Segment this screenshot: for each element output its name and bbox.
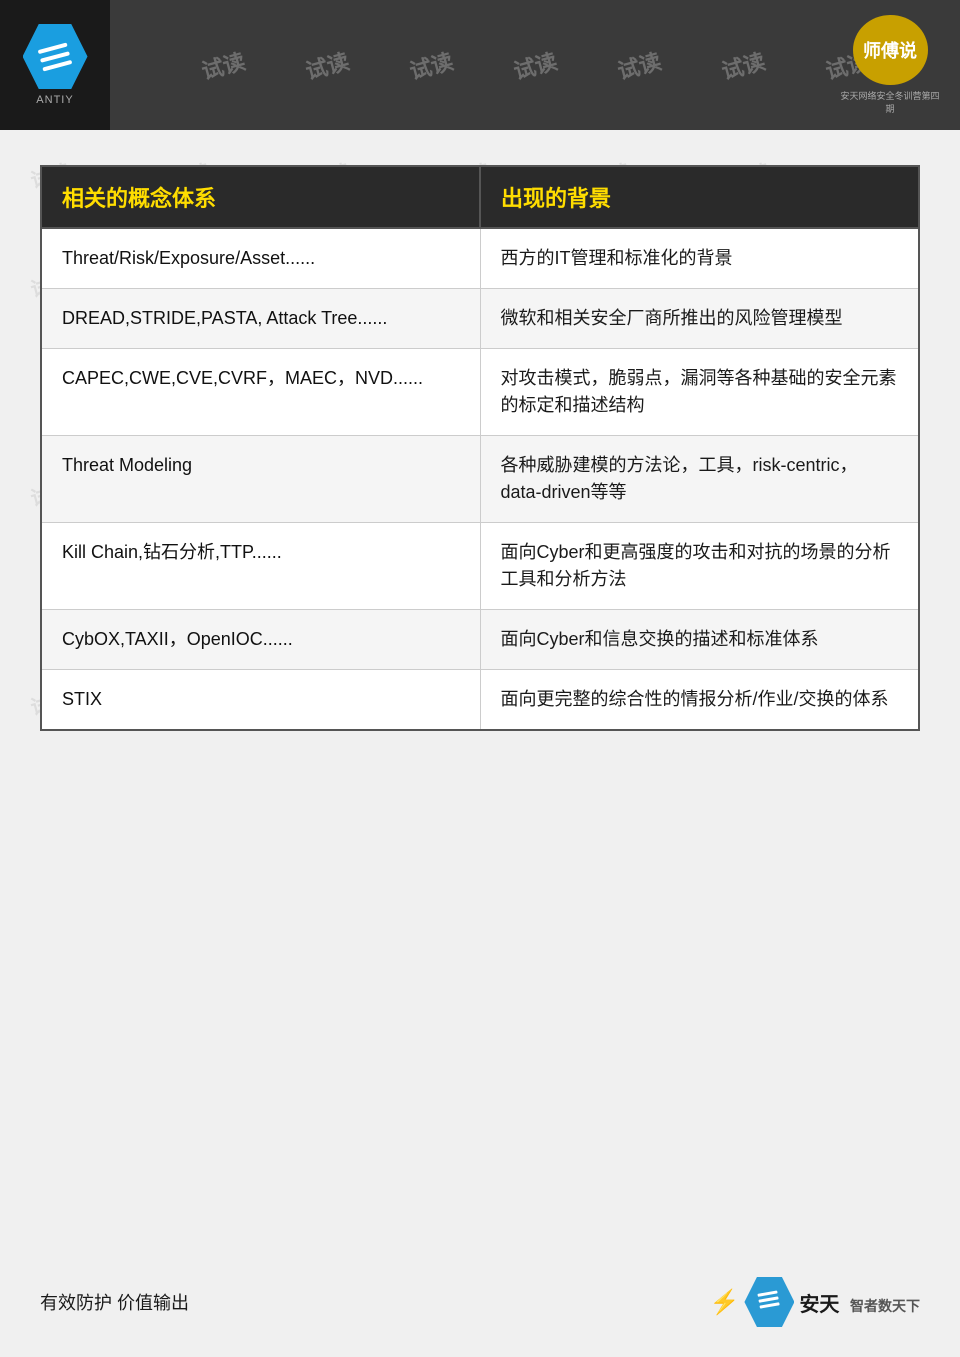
- right-logo-subtitle: 安天网络安全冬训营第四期: [840, 89, 940, 115]
- table-cell-col1: Threat/Risk/Exposure/Asset......: [41, 228, 480, 289]
- logo-lines: [38, 42, 73, 71]
- footer-logo-sub: 智者数天下: [850, 1298, 920, 1314]
- page-header: ANTIY 试读 试读 试读 试读 试读 试读 试读 师傅说 安天网络安全冬训营…: [0, 0, 960, 130]
- footer-logo: ⚡ 安天 智者数天下: [710, 1277, 920, 1327]
- table-header-row: 相关的概念体系 出现的背景: [41, 166, 919, 228]
- logo-hexagon: [23, 24, 88, 89]
- table-cell-col1: CybOX,TAXII，OpenIOC......: [41, 610, 480, 670]
- footer-slogan: 有效防护 价值输出: [40, 1289, 189, 1315]
- table-row: Kill Chain,钻石分析,TTP......面向Cyber和更高强度的攻击…: [41, 523, 919, 610]
- table-cell-col2: 微软和相关安全厂商所推出的风险管理模型: [480, 289, 919, 349]
- header-right-logo: 师傅说 安天网络安全冬训营第四期: [840, 15, 940, 115]
- table-row: CAPEC,CWE,CVE,CVRF，MAEC，NVD......对攻击模式，脆…: [41, 349, 919, 436]
- footer-icon-line-3: [760, 1302, 780, 1308]
- right-logo-inner: 师傅说: [863, 37, 917, 63]
- table-cell-col2: 对攻击模式，脆弱点，漏洞等各种基础的安全元素的标定和描述结构: [480, 349, 919, 436]
- lightning-icon: ⚡: [710, 1288, 740, 1317]
- table-cell-col2: 面向更完整的综合性的情报分析/作业/交换的体系: [480, 670, 919, 731]
- watermark-3: 试读: [406, 44, 457, 86]
- table-row: Threat/Risk/Exposure/Asset......西方的IT管理和…: [41, 228, 919, 289]
- table-row: Threat Modeling各种威胁建模的方法论，工具，risk-centri…: [41, 436, 919, 523]
- logo-area: ANTIY: [0, 0, 110, 130]
- watermark-4: 试读: [510, 44, 561, 86]
- footer-logo-icon-inner: [758, 1290, 781, 1313]
- watermark-1: 试读: [198, 44, 249, 86]
- table-row: DREAD,STRIDE,PASTA, Attack Tree......微软和…: [41, 289, 919, 349]
- main-content: 相关的概念体系 出现的背景 Threat/Risk/Exposure/Asset…: [40, 165, 920, 731]
- table-cell-col1: STIX: [41, 670, 480, 731]
- table-cell-col1: CAPEC,CWE,CVE,CVRF，MAEC，NVD......: [41, 349, 480, 436]
- right-logo-circle: 师傅说: [853, 15, 928, 85]
- footer-logo-icon: [744, 1277, 794, 1327]
- col1-header: 相关的概念体系: [41, 166, 480, 228]
- table-row: CybOX,TAXII，OpenIOC......面向Cyber和信息交换的描述…: [41, 610, 919, 670]
- table-cell-col1: DREAD,STRIDE,PASTA, Attack Tree......: [41, 289, 480, 349]
- watermark-2: 试读: [302, 44, 353, 86]
- page-footer: 有效防护 价值输出 ⚡ 安天 智者数天下: [40, 1277, 920, 1327]
- logo-text: ANTIY: [36, 94, 73, 106]
- watermark-6: 试读: [718, 44, 769, 86]
- table-cell-col1: Kill Chain,钻石分析,TTP......: [41, 523, 480, 610]
- watermark-5: 试读: [614, 44, 665, 86]
- table-row: STIX面向更完整的综合性的情报分析/作业/交换的体系: [41, 670, 919, 731]
- table-cell-col1: Threat Modeling: [41, 436, 480, 523]
- table-cell-col2: 面向Cyber和更高强度的攻击和对抗的场景的分析工具和分析方法: [480, 523, 919, 610]
- data-table: 相关的概念体系 出现的背景 Threat/Risk/Exposure/Asset…: [40, 165, 920, 731]
- header-watermarks: 试读 试读 试读 试读 试读 试读 试读: [110, 49, 960, 81]
- footer-logo-name: 安天 智者数天下: [799, 1288, 920, 1317]
- table-cell-col2: 西方的IT管理和标准化的背景: [480, 228, 919, 289]
- table-body: Threat/Risk/Exposure/Asset......西方的IT管理和…: [41, 228, 919, 730]
- footer-logo-name-text: 安天: [799, 1294, 839, 1316]
- table-cell-col2: 各种威胁建模的方法论，工具，risk-centric，data-driven等等: [480, 436, 919, 523]
- table-cell-col2: 面向Cyber和信息交换的描述和标准体系: [480, 610, 919, 670]
- col2-header: 出现的背景: [480, 166, 919, 228]
